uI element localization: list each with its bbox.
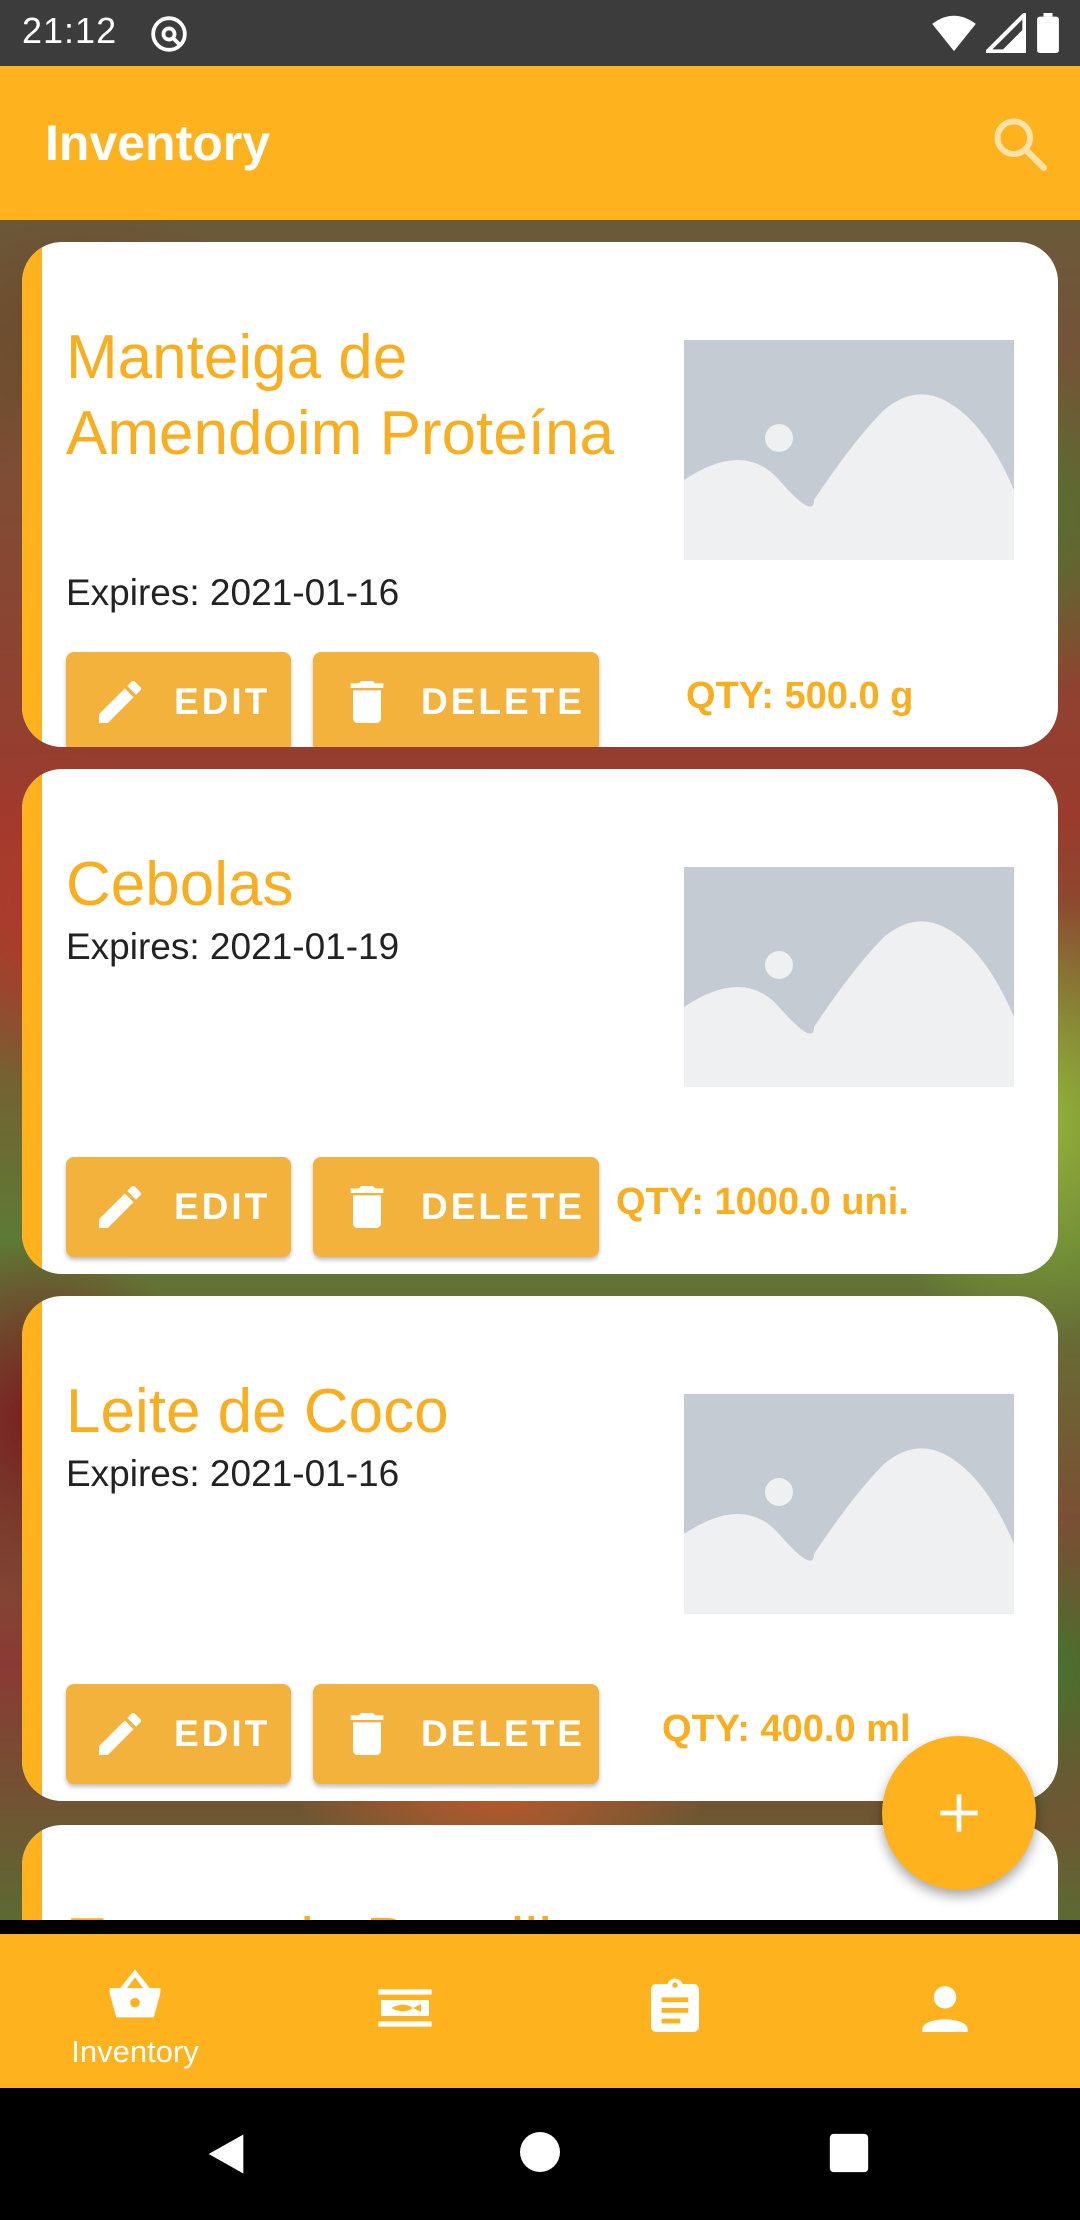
card-accent-bar — [22, 1296, 42, 1801]
nav-item-profile[interactable] — [810, 1934, 1080, 2088]
pencil-icon — [99, 1185, 142, 1228]
add-item-button[interactable] — [882, 1736, 1036, 1890]
card-accent-bar — [22, 242, 42, 747]
trash-icon — [350, 1186, 384, 1228]
item-quantity: QTY: 1000.0 uni. — [616, 1181, 909, 1223]
item-name: Extrato de Baunilha — [66, 1903, 626, 1920]
delete-button[interactable]: DELETE — [313, 652, 599, 747]
delete-label: DELETE — [421, 681, 585, 722]
background-image: Manteiga de Amendoim Proteína Expires: 2… — [0, 220, 1080, 1920]
pencil-icon — [99, 680, 142, 723]
status-icons — [932, 13, 1060, 53]
inventory-card[interactable]: Manteiga de Amendoim Proteína Expires: 2… — [22, 242, 1058, 747]
at-sign-icon — [151, 16, 187, 52]
search-icon[interactable] — [990, 114, 1050, 174]
item-quantity: QTY: 400.0 ml — [662, 1708, 911, 1750]
home-icon[interactable] — [516, 2128, 564, 2176]
back-icon[interactable] — [200, 2128, 252, 2180]
delete-button[interactable]: DELETE — [313, 1684, 599, 1784]
image-placeholder-icon — [684, 867, 1014, 1087]
item-expiry: Expires: 2021-01-16 — [66, 1453, 400, 1494]
image-placeholder-icon — [684, 340, 1014, 560]
person-icon — [922, 1986, 968, 2032]
status-time: 21:12 — [22, 10, 118, 51]
status-bar: 21:12 — [0, 0, 1080, 66]
clipboard-icon — [651, 1978, 699, 2032]
image-placeholder-icon — [684, 1394, 1014, 1614]
delete-label: DELETE — [421, 1713, 585, 1754]
plus-icon — [940, 1794, 978, 1832]
nav-item-fish[interactable] — [270, 1934, 540, 2088]
edit-label: EDIT — [174, 681, 271, 722]
battery-icon — [1037, 13, 1059, 53]
inventory-card[interactable]: Cebolas Expires: 2021-01-19 EDIT DELETE … — [22, 769, 1058, 1274]
item-quantity: QTY: 500.0 g — [686, 675, 914, 717]
signal-icon — [986, 13, 1026, 53]
app-bar: Inventory — [0, 66, 1080, 220]
edit-button[interactable]: EDIT — [66, 1157, 291, 1257]
item-name: Cebolas — [66, 850, 294, 919]
system-nav-bar — [0, 2088, 1080, 2220]
pencil-icon — [99, 1712, 142, 1755]
recents-icon[interactable] — [826, 2130, 872, 2176]
inventory-card[interactable]: Leite de Coco Expires: 2021-01-16 EDIT D… — [22, 1296, 1058, 1801]
item-expiry: Expires: 2021-01-16 — [66, 572, 400, 613]
item-name: Manteiga de Amendoim Proteína — [66, 323, 614, 468]
trash-icon — [350, 681, 384, 723]
nav-item-inventory[interactable]: Inventory — [0, 1934, 270, 2088]
edit-button[interactable]: EDIT — [66, 652, 291, 747]
wifi-icon — [932, 15, 976, 52]
basket-icon — [109, 1969, 161, 2018]
trash-icon — [350, 1713, 384, 1755]
edit-label: EDIT — [174, 1186, 271, 1227]
edit-label: EDIT — [174, 1713, 271, 1754]
delete-button[interactable]: DELETE — [313, 1157, 599, 1257]
item-expiry: Expires: 2021-01-19 — [66, 926, 400, 967]
nav-label: Inventory — [71, 2034, 199, 2069]
fish-icon — [378, 1989, 432, 2027]
delete-label: DELETE — [421, 1186, 585, 1227]
card-accent-bar — [22, 769, 42, 1274]
bottom-nav: Inventory — [0, 1934, 1080, 2088]
page-title: Inventory — [45, 115, 271, 171]
inventory-list[interactable]: Manteiga de Amendoim Proteína Expires: 2… — [0, 220, 1080, 1920]
nav-item-clipboard[interactable] — [540, 1934, 810, 2088]
item-name: Leite de Coco — [66, 1377, 449, 1446]
edit-button[interactable]: EDIT — [66, 1684, 291, 1784]
card-accent-bar — [22, 1825, 42, 1920]
